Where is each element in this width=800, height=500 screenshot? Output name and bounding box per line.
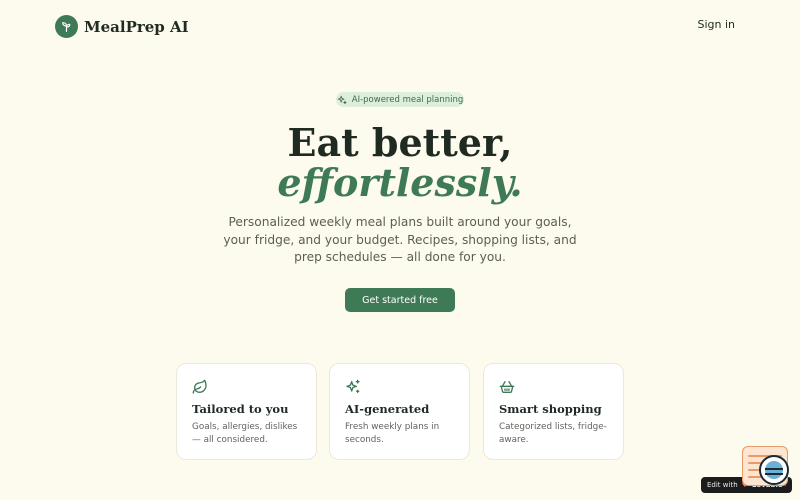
badge-label: AI-powered meal planning: [351, 94, 464, 105]
edit-label: Edit with: [707, 481, 738, 489]
header: MealPrep AI Sign in: [0, 0, 800, 52]
feature-title: AI-generated: [345, 402, 430, 416]
hero-subtitle: Personalized weekly meal plans built aro…: [223, 215, 577, 264]
assistant-avatar[interactable]: [759, 455, 789, 485]
hero-title-line2: effortlessly.: [277, 160, 523, 205]
avatar-face: [765, 461, 783, 479]
feature-title: Smart shopping: [499, 402, 602, 416]
sparkles-icon: [345, 379, 361, 395]
avatar-line: [765, 468, 783, 470]
get-started-button[interactable]: Get started free: [345, 288, 455, 312]
basket-icon: [499, 379, 515, 395]
sign-in-link[interactable]: Sign in: [697, 18, 735, 31]
logo[interactable]: MealPrep AI: [55, 15, 189, 38]
feature-card-ai: AI-generated Fresh weekly plans in secon…: [329, 363, 470, 460]
feature-card-tailored: Tailored to you Goals, allergies, dislik…: [176, 363, 317, 460]
feature-desc: Categorized lists, fridge-aware.: [499, 422, 607, 445]
feature-card-shopping: Smart shopping Categorized lists, fridge…: [483, 363, 624, 460]
leaf-icon: [192, 379, 208, 395]
sparkles-icon: [337, 95, 347, 104]
ai-badge: AI-powered meal planning: [336, 92, 464, 107]
brand-name: MealPrep AI: [84, 17, 189, 36]
feature-title: Tailored to you: [192, 402, 289, 416]
hero-title-line1: Eat better,: [287, 120, 513, 165]
sprout-icon: [55, 15, 78, 38]
feature-desc: Fresh weekly plans in seconds.: [345, 422, 440, 445]
feature-desc: Goals, allergies, dislikes — all conside…: [192, 422, 298, 445]
avatar-line: [765, 473, 783, 475]
